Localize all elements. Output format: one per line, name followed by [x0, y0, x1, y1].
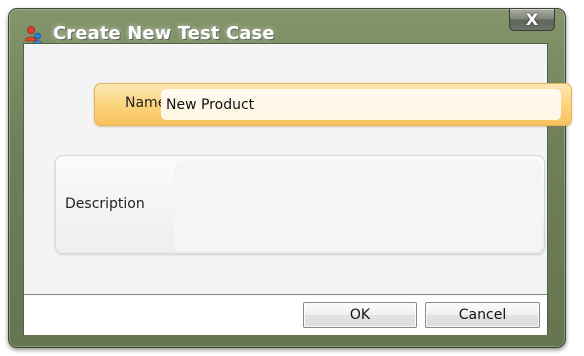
dialog-title: Create New Test Case	[53, 23, 275, 44]
form-content: Name Description	[24, 44, 572, 294]
test-case-app-icon	[25, 26, 43, 45]
ok-button[interactable]: OK	[303, 302, 417, 328]
close-icon: X	[525, 10, 539, 29]
description-input[interactable]	[174, 161, 542, 251]
description-field-group: Description	[55, 155, 545, 254]
description-label: Description	[65, 196, 145, 212]
dialog-client-area: Name Description OK Cancel	[23, 43, 572, 335]
button-bar: OK Cancel	[24, 295, 547, 335]
dialog-window: Create New Test Case X Name Description …	[8, 8, 572, 348]
name-field-group: Name	[94, 83, 572, 126]
name-input[interactable]	[161, 89, 561, 120]
cancel-button[interactable]: Cancel	[425, 302, 540, 328]
close-button[interactable]: X	[509, 9, 555, 31]
